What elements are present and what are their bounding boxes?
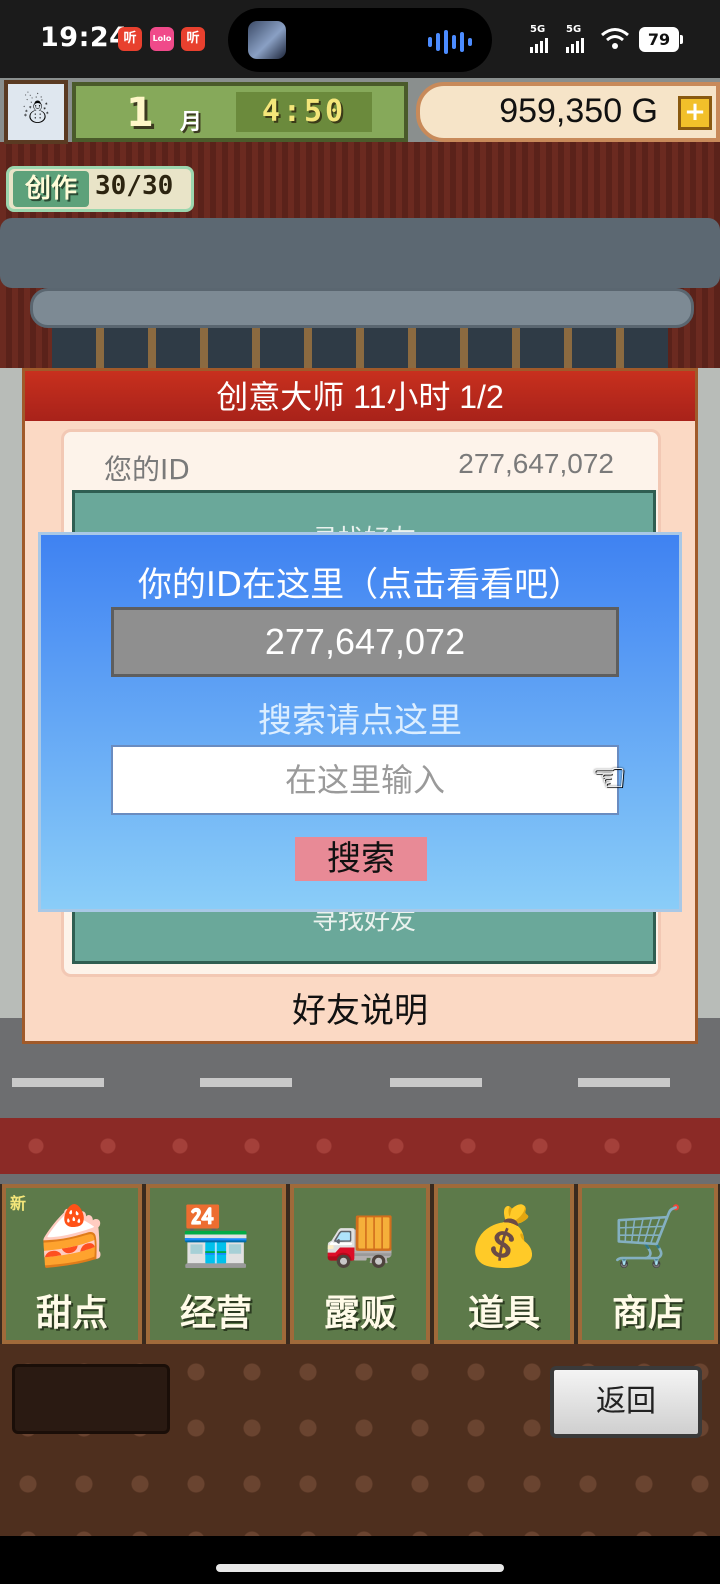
cart-icon: 🛒: [611, 1202, 685, 1270]
menu-item-stall[interactable]: 🚚 露贩: [290, 1184, 430, 1344]
battery-indicator: 79: [639, 27, 679, 52]
wifi-icon: [601, 28, 629, 49]
menu-item-store[interactable]: 🛒 商店: [578, 1184, 718, 1344]
notification-icon-1: 听: [118, 27, 142, 51]
menu-label: 露贩: [323, 1293, 396, 1334]
menu-label: 经营: [179, 1293, 252, 1334]
road-line: [200, 1078, 292, 1087]
craft-count: 30/30: [95, 171, 174, 201]
player-avatar[interactable]: ☃: [4, 80, 68, 144]
shop-carpet: [0, 1118, 720, 1174]
bottom-menu: 新 🍰 甜点 🏪 经营 🚚 露贩 💰 道具 🛒 商店: [0, 1184, 720, 1344]
craft-counter[interactable]: 创作 30/30: [6, 166, 194, 212]
notification-icon-2: Lolo: [150, 27, 174, 51]
gold-amount: 959,350 G: [499, 92, 658, 130]
audio-wave-icon: [428, 30, 472, 54]
shop-icon: 🏪: [179, 1202, 253, 1270]
your-id-label: 您的ID: [104, 453, 190, 486]
search-button[interactable]: 搜索: [295, 837, 427, 881]
dynamic-island[interactable]: [228, 8, 492, 72]
menu-label: 甜点: [35, 1293, 108, 1334]
road-line: [390, 1078, 482, 1087]
footer-info-box: [12, 1364, 170, 1434]
food-truck-icon: 🚚: [323, 1202, 397, 1270]
signal-bars-icon-2: [566, 38, 584, 53]
shop-windows: [52, 328, 668, 368]
search-input[interactable]: 在这里输入: [111, 745, 619, 815]
menu-label: 道具: [467, 1293, 540, 1334]
back-button[interactable]: 返回: [550, 1366, 702, 1438]
battery-tip: [680, 35, 683, 44]
menu-item-management[interactable]: 🏪 经营: [146, 1184, 286, 1344]
roof-snow-ledge: [30, 288, 694, 328]
craft-label: 创作: [13, 171, 89, 207]
add-gold-button[interactable]: +: [678, 96, 712, 130]
signal-label-2: 5G: [566, 24, 582, 35]
your-id-value: 277,647,072: [458, 448, 614, 479]
dialog-id-field[interactable]: 277,647,072: [111, 607, 619, 677]
game-clock: 4:50: [236, 92, 372, 132]
home-indicator[interactable]: [216, 1564, 504, 1572]
system-nav-bar: [0, 1536, 720, 1584]
month-number: 1: [126, 90, 154, 136]
cake-icon: 🍰: [35, 1202, 109, 1270]
road-line: [12, 1078, 104, 1087]
signal-bars-icon-1: [530, 38, 548, 53]
notification-icon-3: 听: [181, 27, 205, 51]
road-line: [578, 1078, 670, 1087]
pointing-hand-icon: ☜: [591, 755, 627, 801]
gold-bar: 959,350 G +: [416, 82, 720, 142]
panel-title: 创意大师 11小时 1/2: [25, 371, 695, 421]
signal-label-1: 5G: [530, 24, 546, 35]
item-bag-icon: 💰: [467, 1202, 541, 1270]
menu-item-dessert[interactable]: 新 🍰 甜点: [2, 1184, 142, 1344]
game-app-icon: [248, 21, 286, 59]
date-bar: 1 月 4:50: [72, 82, 408, 142]
friend-help-button[interactable]: 好友说明: [25, 983, 695, 1032]
search-label: 搜索请点这里: [258, 701, 462, 741]
footer-bar: 返回: [0, 1344, 720, 1536]
menu-label: 商店: [611, 1293, 684, 1334]
status-time: 19:24: [40, 22, 129, 53]
id-search-dialog: 你的ID在这里（点击看看吧） 277,647,072 搜索请点这里 在这里输入 …: [38, 532, 682, 912]
menu-item-items[interactable]: 💰 道具: [434, 1184, 574, 1344]
status-bar: 19:24 听 Lolo 听 5G 5G 79: [0, 0, 720, 78]
roof-snow: [0, 218, 720, 288]
dialog-title: 你的ID在这里（点击看看吧）: [137, 565, 583, 605]
month-label: 月: [180, 110, 203, 135]
